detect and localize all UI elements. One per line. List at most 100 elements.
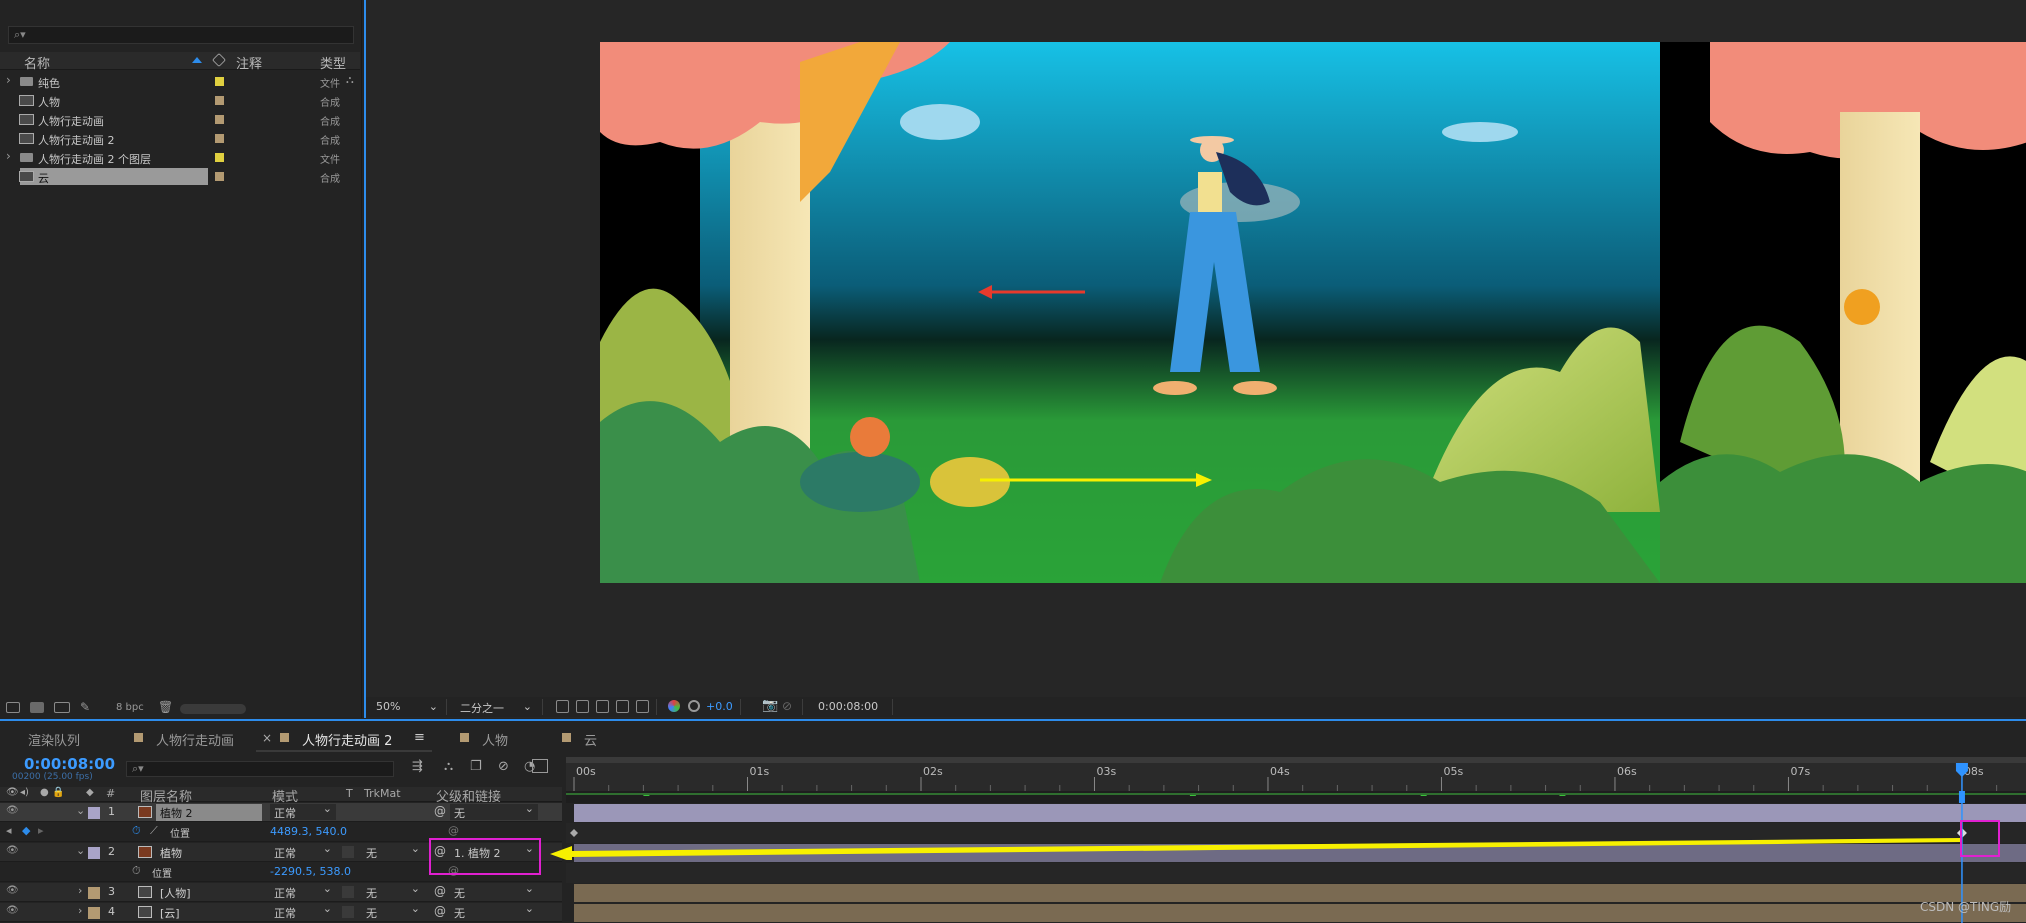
eye-icon[interactable]: 👁: [6, 905, 19, 916]
next-keyframe-icon[interactable]: ▸: [38, 824, 44, 837]
track-matte-dropdown[interactable]: 无 ⌄: [362, 902, 424, 920]
parent-dropdown[interactable]: 无 ⌄: [450, 802, 538, 820]
color-channels-icon[interactable]: [668, 700, 680, 712]
add-keyframe-icon[interactable]: ◆: [22, 824, 30, 837]
trash-icon[interactable]: 🗑: [158, 700, 173, 714]
fast-previews-icon[interactable]: [556, 700, 569, 713]
prev-keyframe-icon[interactable]: ◂: [6, 824, 12, 837]
blend-mode-dropdown[interactable]: 正常 ⌄: [270, 882, 336, 900]
project-item[interactable]: › 纯色 文件 ⛬: [0, 72, 360, 91]
label-tag-icon[interactable]: ◆: [86, 787, 94, 798]
new-folder-icon[interactable]: [30, 702, 44, 713]
expand-chevron-icon[interactable]: ⌄: [76, 804, 85, 817]
project-item[interactable]: 人物行走动画 合成: [0, 110, 360, 129]
eye-icon[interactable]: 👁: [6, 845, 19, 856]
project-item[interactable]: › 人物行走动画 2 个图层 文件: [0, 148, 360, 167]
dependency-icon[interactable]: ⛬: [346, 73, 354, 87]
parent-dropdown[interactable]: 无 ⌄: [450, 882, 538, 900]
layer-name-field[interactable]: 植物: [156, 844, 262, 861]
property-value[interactable]: 4489.3, 540.0: [270, 825, 347, 838]
label-color-swatch[interactable]: [215, 96, 224, 105]
project-settings-icon[interactable]: ✎: [80, 700, 90, 714]
column-header-type[interactable]: 类型: [320, 53, 346, 72]
parent-pickwhip-icon[interactable]: @: [434, 884, 446, 898]
layer-label-swatch[interactable]: [88, 847, 100, 859]
track-matte-dropdown[interactable]: 无 ⌄: [362, 882, 424, 900]
eye-icon[interactable]: 👁: [6, 787, 19, 798]
label-color-swatch[interactable]: [215, 134, 224, 143]
property-value[interactable]: -2290.5, 538.0: [270, 865, 351, 878]
mask-visibility-icon[interactable]: [596, 700, 609, 713]
layer-search-input[interactable]: ⌕▾: [126, 761, 394, 777]
exposure-value[interactable]: +0.0: [706, 700, 733, 713]
preserve-transparency-checkbox[interactable]: [342, 886, 354, 898]
expand-chevron-icon[interactable]: ›: [6, 73, 11, 87]
blend-mode-dropdown[interactable]: 正常 ⌄: [270, 842, 336, 860]
preserve-transparency-checkbox[interactable]: [342, 806, 354, 818]
column-header-comment[interactable]: 注释: [236, 53, 262, 72]
composition-canvas[interactable]: [600, 42, 2026, 583]
blend-mode-dropdown[interactable]: 正常 ⌄: [270, 902, 336, 920]
expand-chevron-icon[interactable]: ›: [78, 884, 82, 897]
bit-depth-label[interactable]: 8 bpc: [116, 702, 144, 713]
label-tag-icon[interactable]: [211, 52, 227, 68]
snapshot-icon[interactable]: 📷: [762, 698, 778, 713]
layer-row[interactable]: 👁 › 3 [人物] 正常 ⌄ 无 ⌄ @ 无 ⌄: [0, 882, 562, 902]
project-item[interactable]: 人物行走动画 2 合成: [0, 129, 360, 148]
audio-icon[interactable]: ◂): [20, 787, 29, 798]
interpret-footage-icon[interactable]: [6, 702, 20, 713]
project-search-input[interactable]: ⌕▾: [8, 26, 354, 44]
comp-mini-flowchart-icon[interactable]: ⇶: [412, 759, 423, 774]
stopwatch-icon[interactable]: ⏱: [132, 824, 141, 838]
draft-3d-icon[interactable]: ⛬: [444, 759, 453, 774]
layer-row[interactable]: 👁 ⌄ 1 植物 2 正常 ⌄ @ 无 ⌄: [0, 802, 562, 822]
layer-label-swatch[interactable]: [88, 807, 100, 819]
solo-icon[interactable]: ●: [40, 787, 49, 798]
column-header-trkmat[interactable]: TrkMat: [364, 787, 401, 800]
new-composition-icon[interactable]: [54, 702, 70, 713]
eye-icon[interactable]: 👁: [6, 885, 19, 896]
eye-icon[interactable]: 👁: [6, 805, 19, 816]
lock-icon[interactable]: 🔒: [52, 787, 64, 798]
parent-pickwhip-icon[interactable]: @: [434, 804, 446, 818]
stopwatch-icon[interactable]: ⏱: [132, 864, 141, 878]
zoom-dropdown[interactable]: 50% ⌄: [376, 700, 438, 713]
label-color-swatch[interactable]: [215, 172, 224, 181]
column-header-number[interactable]: #: [106, 787, 115, 800]
graph-icon[interactable]: ⟋: [150, 824, 158, 838]
expand-chevron-icon[interactable]: ›: [78, 904, 82, 917]
layer-row[interactable]: 👁 › 4 [云] 正常 ⌄ 无 ⌄ @ 无 ⌄: [0, 902, 562, 922]
parent-pickwhip-icon[interactable]: @: [434, 904, 446, 918]
preserve-transparency-checkbox[interactable]: [342, 906, 354, 918]
tab-menu-icon[interactable]: ≡: [414, 730, 425, 745]
transparency-grid-icon[interactable]: [576, 700, 589, 713]
thumbnail-slider[interactable]: [180, 704, 246, 714]
region-of-interest-icon[interactable]: [616, 700, 629, 713]
blend-mode-dropdown[interactable]: 正常 ⌄: [270, 802, 336, 820]
layer-name-field[interactable]: [人物]: [156, 884, 262, 901]
show-snapshot-icon[interactable]: ⊘: [782, 699, 792, 713]
reset-exposure-icon[interactable]: [688, 700, 700, 712]
parent-dropdown[interactable]: 无 ⌄: [450, 902, 538, 920]
layer-name-field[interactable]: [云]: [156, 904, 262, 921]
project-item[interactable]: 人物 合成: [0, 91, 360, 110]
expand-chevron-icon[interactable]: ⌄: [76, 844, 85, 857]
graph-editor-icon[interactable]: [532, 759, 548, 773]
layer-label-swatch[interactable]: [88, 887, 100, 899]
layer-name-field[interactable]: 植物 2: [156, 804, 262, 821]
hide-shy-layers-icon[interactable]: ❐: [470, 759, 482, 774]
grid-guides-icon[interactable]: [636, 700, 649, 713]
expand-chevron-icon[interactable]: ›: [6, 149, 11, 163]
viewer-timecode[interactable]: 0:00:08:00: [818, 700, 878, 713]
track-matte-dropdown[interactable]: 无 ⌄: [362, 842, 424, 860]
column-header-t[interactable]: T: [346, 787, 353, 800]
expression-pickwhip-icon[interactable]: @: [448, 824, 459, 837]
label-color-swatch[interactable]: [215, 115, 224, 124]
resolution-dropdown[interactable]: 二分之一 ⌄: [460, 700, 532, 716]
current-timecode[interactable]: 0:00:08:00: [24, 755, 115, 773]
label-color-swatch[interactable]: [215, 77, 224, 86]
close-tab-icon[interactable]: ×: [262, 731, 272, 745]
column-header-name[interactable]: 名称: [24, 53, 50, 72]
project-item[interactable]: 云 合成: [0, 167, 360, 186]
label-color-swatch[interactable]: [215, 153, 224, 162]
